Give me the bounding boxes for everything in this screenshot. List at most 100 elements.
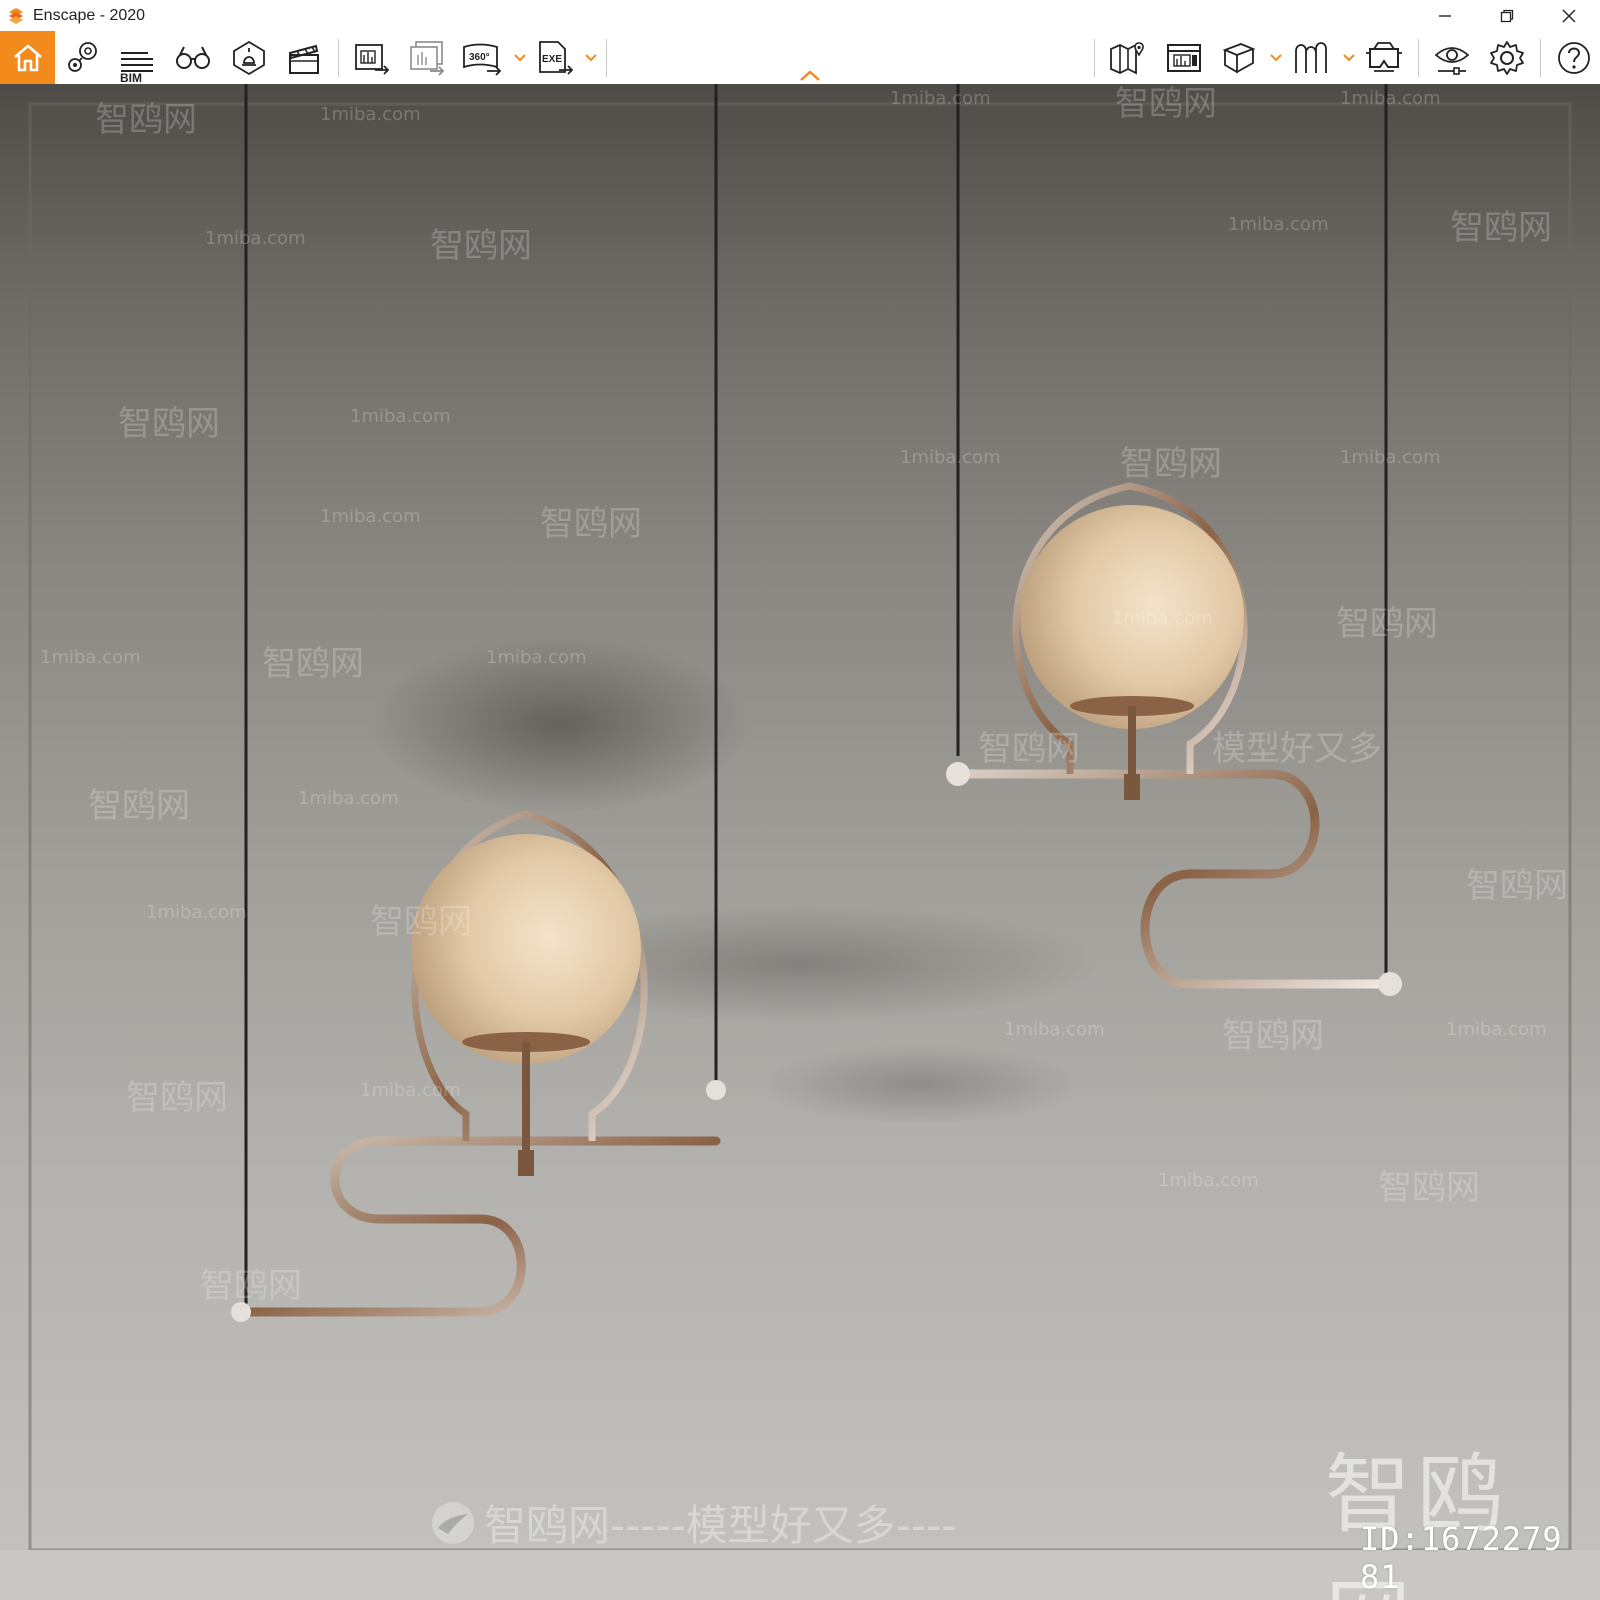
visual-settings-icon (1434, 47, 1470, 75)
watermark-text: 1miba.com (320, 506, 421, 527)
toolbar-separator (1094, 39, 1095, 77)
watermark-text: 1miba.com (486, 647, 587, 668)
watermark-text: 智鸥网 (430, 226, 532, 266)
watermark-text: 智鸥网 (262, 644, 364, 684)
watermark-text: 智鸥网 (1336, 604, 1438, 644)
close-icon (1562, 9, 1576, 22)
watermark-text: 智鸥网 (126, 1078, 228, 1118)
watermark-text: 1miba.com (1004, 1019, 1105, 1040)
settings-button[interactable] (1486, 37, 1528, 79)
home-icon (13, 44, 42, 71)
map-button[interactable] (1107, 37, 1149, 79)
watermark-text: 模型好又多 (1212, 729, 1382, 769)
settings-gear-icon (1490, 41, 1524, 75)
watermark-text: 智鸥网 (1378, 1168, 1480, 1208)
watermark-text: 智鸥网 (1115, 84, 1217, 124)
export-standalone-button[interactable]: EXE (534, 37, 576, 79)
home-button[interactable] (0, 31, 55, 84)
video-clapper-icon (288, 44, 319, 74)
export-exe-label: EXE (542, 54, 562, 65)
video-editor-button[interactable] (283, 37, 325, 79)
view-mode-dropdown-caret[interactable] (1269, 51, 1283, 65)
export-image-icon (355, 44, 390, 75)
restore-button[interactable] (1476, 0, 1538, 31)
sketch-dropdown-caret[interactable] (1342, 51, 1356, 65)
watermark-text: 1miba.com (350, 406, 451, 427)
batch-export-icon (410, 41, 445, 76)
watermark-bottom-text: 智鸥网-----模型好又多---- (484, 1501, 957, 1550)
render-panorama-button[interactable]: 360° (461, 37, 503, 79)
watermark-text: 智鸥网 (95, 100, 197, 140)
binoculars-icon (176, 46, 210, 69)
enscape-toolbar: BIM 360° EXE (0, 31, 1600, 85)
asset-library-icon (1167, 44, 1201, 72)
frame-end-cap (706, 1080, 726, 1100)
watermark-text: 1miba.com (900, 447, 1001, 468)
chevron-down-icon (585, 54, 597, 62)
watermark-text: 1miba.com (360, 1080, 461, 1101)
light-view-button[interactable] (228, 37, 270, 79)
watermark-text: 1miba.com (146, 902, 247, 923)
watermark-text: 1miba.com (205, 228, 306, 249)
sketch-mode-icon (1295, 42, 1327, 73)
toolbar-separator (1418, 39, 1419, 77)
watermark-text: 1miba.com (1228, 214, 1329, 235)
watermark-text: 1miba.com (320, 104, 421, 125)
view-mode-button[interactable] (1218, 37, 1260, 79)
bim-label: BIM (120, 71, 142, 85)
frame-end-cap (946, 762, 970, 786)
toolbar-separator (338, 39, 339, 77)
toolbar-separator (606, 39, 607, 77)
collapse-toolbar-chevron-up-icon[interactable] (798, 67, 822, 83)
title-bar: Enscape - 2020 (0, 0, 1600, 31)
toolbar-separator (1540, 39, 1541, 77)
light-view-icon (233, 40, 265, 76)
model-id-label: ID:1672279​81 (1360, 1520, 1563, 1596)
window-controls (1414, 0, 1600, 31)
visual-settings-button[interactable] (1431, 37, 1473, 79)
window-title: Enscape - 2020 (33, 6, 146, 24)
watermark-text: 智鸥网 (540, 504, 642, 544)
render-image-button[interactable] (351, 37, 393, 79)
export-dropdown-caret[interactable] (584, 51, 598, 65)
watermark-text: 智鸥网 (1466, 866, 1568, 906)
bird-logo-icon (432, 1501, 474, 1544)
glass-globe (411, 834, 641, 1064)
close-button[interactable] (1538, 0, 1600, 31)
help-icon (1558, 42, 1590, 74)
export-360-label: 360° (469, 52, 490, 63)
watermark-text: 1miba.com (40, 647, 141, 668)
watermark-text: 1miba.com (890, 88, 991, 109)
watermark-text: 智鸥网 (200, 1266, 302, 1306)
vr-headset-icon (1366, 42, 1402, 72)
help-button[interactable] (1553, 37, 1595, 79)
watermark-text: 1miba.com (1340, 447, 1441, 468)
walk-mode-button[interactable] (172, 37, 214, 79)
panorama-dropdown-caret[interactable] (513, 51, 527, 65)
lamp-stem (522, 1042, 530, 1150)
watermark-text: 智鸥网 (1450, 208, 1552, 248)
chevron-down-icon (1270, 54, 1282, 62)
export-exe-icon: EXE (539, 41, 574, 75)
cube-view-icon (1222, 43, 1256, 74)
watermark-text: 1miba.com (298, 788, 399, 809)
map-icon (1110, 42, 1144, 75)
lamp-finial (518, 1150, 534, 1176)
views-button[interactable] (62, 37, 104, 79)
watermark-text: 1miba.com (1158, 1170, 1259, 1191)
sketch-mode-button[interactable] (1290, 37, 1332, 79)
watermark-text: 智鸥网 (118, 404, 220, 444)
vr-headset-button[interactable] (1363, 37, 1405, 79)
watermark-text: 智鸥网 (1120, 444, 1222, 484)
restore-icon (1500, 9, 1514, 22)
batch-render-button[interactable] (406, 37, 448, 79)
brass-frame (236, 1136, 721, 1317)
render-viewport[interactable]: 智鸥网 1miba.com 1miba.com 智鸥网 1miba.com 1m… (0, 84, 1600, 1600)
export-360-icon: 360° (463, 43, 502, 76)
minimize-icon (1439, 14, 1451, 17)
chevron-down-icon (1343, 54, 1355, 62)
lamp-finial (1124, 774, 1140, 800)
minimize-button[interactable] (1414, 0, 1476, 31)
watermark-text: 智鸥网 (978, 729, 1080, 769)
asset-library-button[interactable] (1163, 37, 1205, 79)
